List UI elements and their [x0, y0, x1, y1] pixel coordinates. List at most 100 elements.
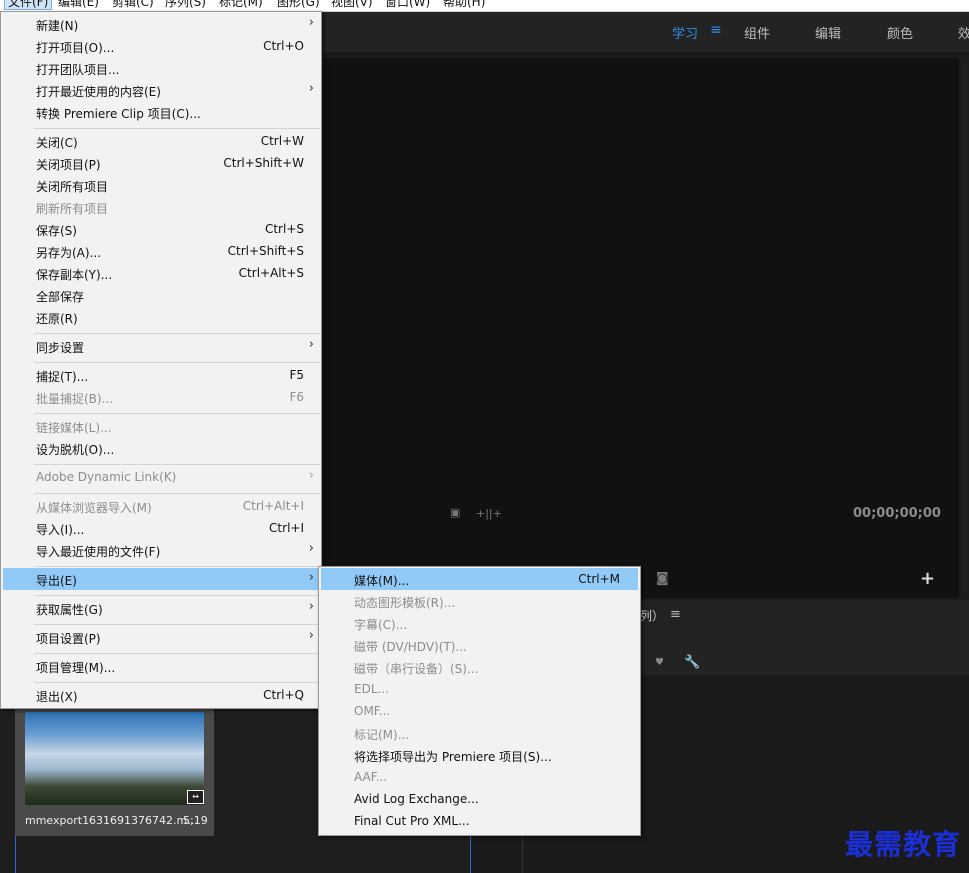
- export-item-selection-as-project[interactable]: 将选择项导出为 Premiere 项目(S)...: [321, 744, 638, 766]
- menu-view[interactable]: 视图(V): [331, 0, 373, 9]
- workspace-editing-tab[interactable]: 编辑: [815, 23, 841, 42]
- menu-item-save-all[interactable]: 全部保存: [3, 284, 319, 306]
- wrench-icon[interactable]: 🔧: [684, 655, 700, 670]
- export-item-tape-serial[interactable]: 磁带（串行设备）(S)...: [321, 656, 638, 678]
- submenu-arrow-icon: ›: [308, 468, 314, 483]
- menu-item-batch-capture[interactable]: 批量捕捉(B)... F6: [3, 386, 319, 408]
- menu-item-label: 全部保存: [36, 290, 85, 304]
- menu-item-label: 导入最近使用的文件(F): [36, 545, 161, 559]
- menu-item-convert-clip[interactable]: 转换 Premiere Clip 项目(C)...: [3, 101, 319, 123]
- menu-item-label: AAF...: [354, 770, 388, 784]
- clip-name: mmexport1631691376742.m...: [25, 814, 198, 827]
- workspace-assembly-tab[interactable]: 组件: [744, 23, 770, 42]
- safe-margins-icon[interactable]: ▣: [450, 506, 460, 519]
- export-item-aaf[interactable]: AAF...: [321, 766, 638, 788]
- export-item-markers[interactable]: 标记(M)...: [321, 722, 638, 744]
- menu-item-save-copy[interactable]: 保存副本(Y)... Ctrl+Alt+S: [3, 262, 319, 284]
- export-item-motion-graphics-template[interactable]: 动态图形模板(R)...: [321, 590, 638, 612]
- menu-item-shortcut: Ctrl+I: [269, 521, 304, 535]
- menu-item-label: 动态图形模板(R)...: [354, 596, 456, 610]
- menu-item-label: 项目设置(P): [36, 632, 101, 646]
- audio-waveform-icon[interactable]: +||+: [476, 507, 502, 520]
- menu-item-project-settings[interactable]: 项目设置(P) ›: [3, 626, 319, 648]
- timeline-tab-title[interactable]: 列）: [640, 607, 664, 624]
- menu-item-shortcut: Ctrl+W: [260, 134, 304, 148]
- menu-item-refresh-all[interactable]: 刷新所有项目: [3, 196, 319, 218]
- workspace-learn-tab[interactable]: 学习: [672, 23, 698, 42]
- menu-item-open-team-project[interactable]: 打开团队项目...: [3, 57, 319, 79]
- export-item-edl[interactable]: EDL...: [321, 678, 638, 700]
- menu-item-label: 导入(I)...: [36, 523, 85, 537]
- menu-graphics[interactable]: 图形(G): [277, 0, 320, 9]
- workspace-menu-icon[interactable]: ≡: [710, 22, 722, 38]
- marker-icon[interactable]: ♥: [655, 657, 664, 668]
- menu-item-shortcut: F6: [289, 390, 304, 404]
- menu-item-import[interactable]: 导入(I)... Ctrl+I: [3, 517, 319, 539]
- menu-item-capture[interactable]: 捕捉(T)... F5: [3, 364, 319, 386]
- menu-item-save[interactable]: 保存(S) Ctrl+S: [3, 218, 319, 240]
- menu-item-export[interactable]: 导出(E) ›: [3, 568, 319, 590]
- menu-item-close[interactable]: 关闭(C) Ctrl+W: [3, 130, 319, 152]
- menu-item-label: 退出(X): [36, 690, 78, 704]
- menu-sequence[interactable]: 序列(S): [165, 0, 206, 9]
- menu-item-open-project[interactable]: 打开项目(O)... Ctrl+O: [3, 35, 319, 57]
- export-item-media[interactable]: 媒体(M)... Ctrl+M: [321, 568, 638, 590]
- workspace-color-tab[interactable]: 颜色: [887, 23, 913, 42]
- menu-item-get-properties[interactable]: 获取属性(G) ›: [3, 597, 319, 619]
- add-button-icon[interactable]: +: [920, 568, 935, 589]
- export-item-avid-log-exchange[interactable]: Avid Log Exchange...: [321, 788, 638, 810]
- menu-item-label: Adobe Dynamic Link(K): [36, 470, 177, 484]
- menu-item-label: 从媒体浏览器导入(M): [36, 501, 152, 515]
- menu-item-new[interactable]: 新建(N) ›: [3, 13, 319, 35]
- workspace-effects-tab[interactable]: 效: [958, 23, 969, 42]
- menu-item-save-as[interactable]: 另存为(A)... Ctrl+Shift+S: [3, 240, 319, 262]
- submenu-arrow-icon: ›: [308, 599, 314, 614]
- export-submenu: 媒体(M)... Ctrl+M 动态图形模板(R)... 字幕(C)... 磁带 …: [318, 566, 641, 836]
- menu-item-label: 字幕(C)...: [354, 618, 408, 632]
- watermark: 最需教育: [845, 828, 962, 861]
- menu-file[interactable]: 文件(F): [4, 0, 53, 10]
- export-frame-camera-icon[interactable]: ◙: [656, 571, 669, 586]
- menu-item-close-all[interactable]: 关闭所有项目: [3, 174, 319, 196]
- menu-item-import-recent[interactable]: 导入最近使用的文件(F) ›: [3, 539, 319, 561]
- menu-item-dynamic-link[interactable]: Adobe Dynamic Link(K) ›: [3, 466, 319, 488]
- menu-item-exit[interactable]: 退出(X) Ctrl+Q: [3, 684, 319, 706]
- menu-separator: [34, 653, 320, 654]
- menu-item-label: 打开项目(O)...: [36, 41, 115, 55]
- menu-item-label: Final Cut Pro XML...: [354, 814, 470, 828]
- menu-item-label: 导出(E): [36, 574, 77, 588]
- menu-edit[interactable]: 编辑(E): [58, 0, 99, 9]
- menu-item-label: 关闭项目(P): [36, 158, 101, 172]
- export-item-captions[interactable]: 字幕(C)...: [321, 612, 638, 634]
- timeline-menu-icon[interactable]: ≡: [670, 607, 681, 622]
- menu-item-link-media[interactable]: 链接媒体(L)...: [3, 415, 319, 437]
- menu-item-import-media-browser[interactable]: 从媒体浏览器导入(M) Ctrl+Alt+I: [3, 495, 319, 517]
- menu-help[interactable]: 帮助(H): [443, 0, 485, 9]
- menu-clip[interactable]: 剪辑(C): [112, 0, 154, 9]
- menu-window[interactable]: 窗口(W): [385, 0, 430, 9]
- menu-separator: [34, 566, 320, 567]
- menu-markers[interactable]: 标记(M): [219, 0, 263, 9]
- menu-item-revert[interactable]: 还原(R): [3, 306, 319, 328]
- menu-item-shortcut: Ctrl+Shift+S: [227, 244, 304, 258]
- menu-item-close-project[interactable]: 关闭项目(P) Ctrl+Shift+W: [3, 152, 319, 174]
- menu-item-open-recent[interactable]: 打开最近使用的内容(E) ›: [3, 79, 319, 101]
- menu-item-label: Avid Log Exchange...: [354, 792, 479, 806]
- menu-item-label: 新建(N): [36, 19, 79, 33]
- clip-type-icon: ↔: [187, 790, 204, 804]
- export-item-final-cut-pro-xml[interactable]: Final Cut Pro XML...: [321, 810, 638, 832]
- menu-item-make-offline[interactable]: 设为脱机(O)...: [3, 437, 319, 459]
- menu-separator: [34, 333, 320, 334]
- menu-item-label: 转换 Premiere Clip 项目(C)...: [36, 107, 201, 121]
- menu-item-shortcut: Ctrl+S: [264, 222, 304, 236]
- export-item-omf[interactable]: OMF...: [321, 700, 638, 722]
- menu-item-project-manager[interactable]: 项目管理(M)...: [3, 655, 319, 677]
- menu-item-label: 另存为(A)...: [36, 246, 102, 260]
- menu-item-label: 标记(M)...: [354, 728, 410, 742]
- clip-thumbnail[interactable]: ↔ mmexport1631691376742.m... 5;19: [15, 706, 214, 836]
- export-item-tape-dv-hdv[interactable]: 磁带 (DV/HDV)(T)...: [321, 634, 638, 656]
- submenu-arrow-icon: ›: [308, 81, 314, 96]
- menu-item-label: 磁带（串行设备）(S)...: [354, 662, 479, 676]
- menu-item-label: OMF...: [354, 704, 391, 718]
- menu-item-sync-settings[interactable]: 同步设置 ›: [3, 335, 319, 357]
